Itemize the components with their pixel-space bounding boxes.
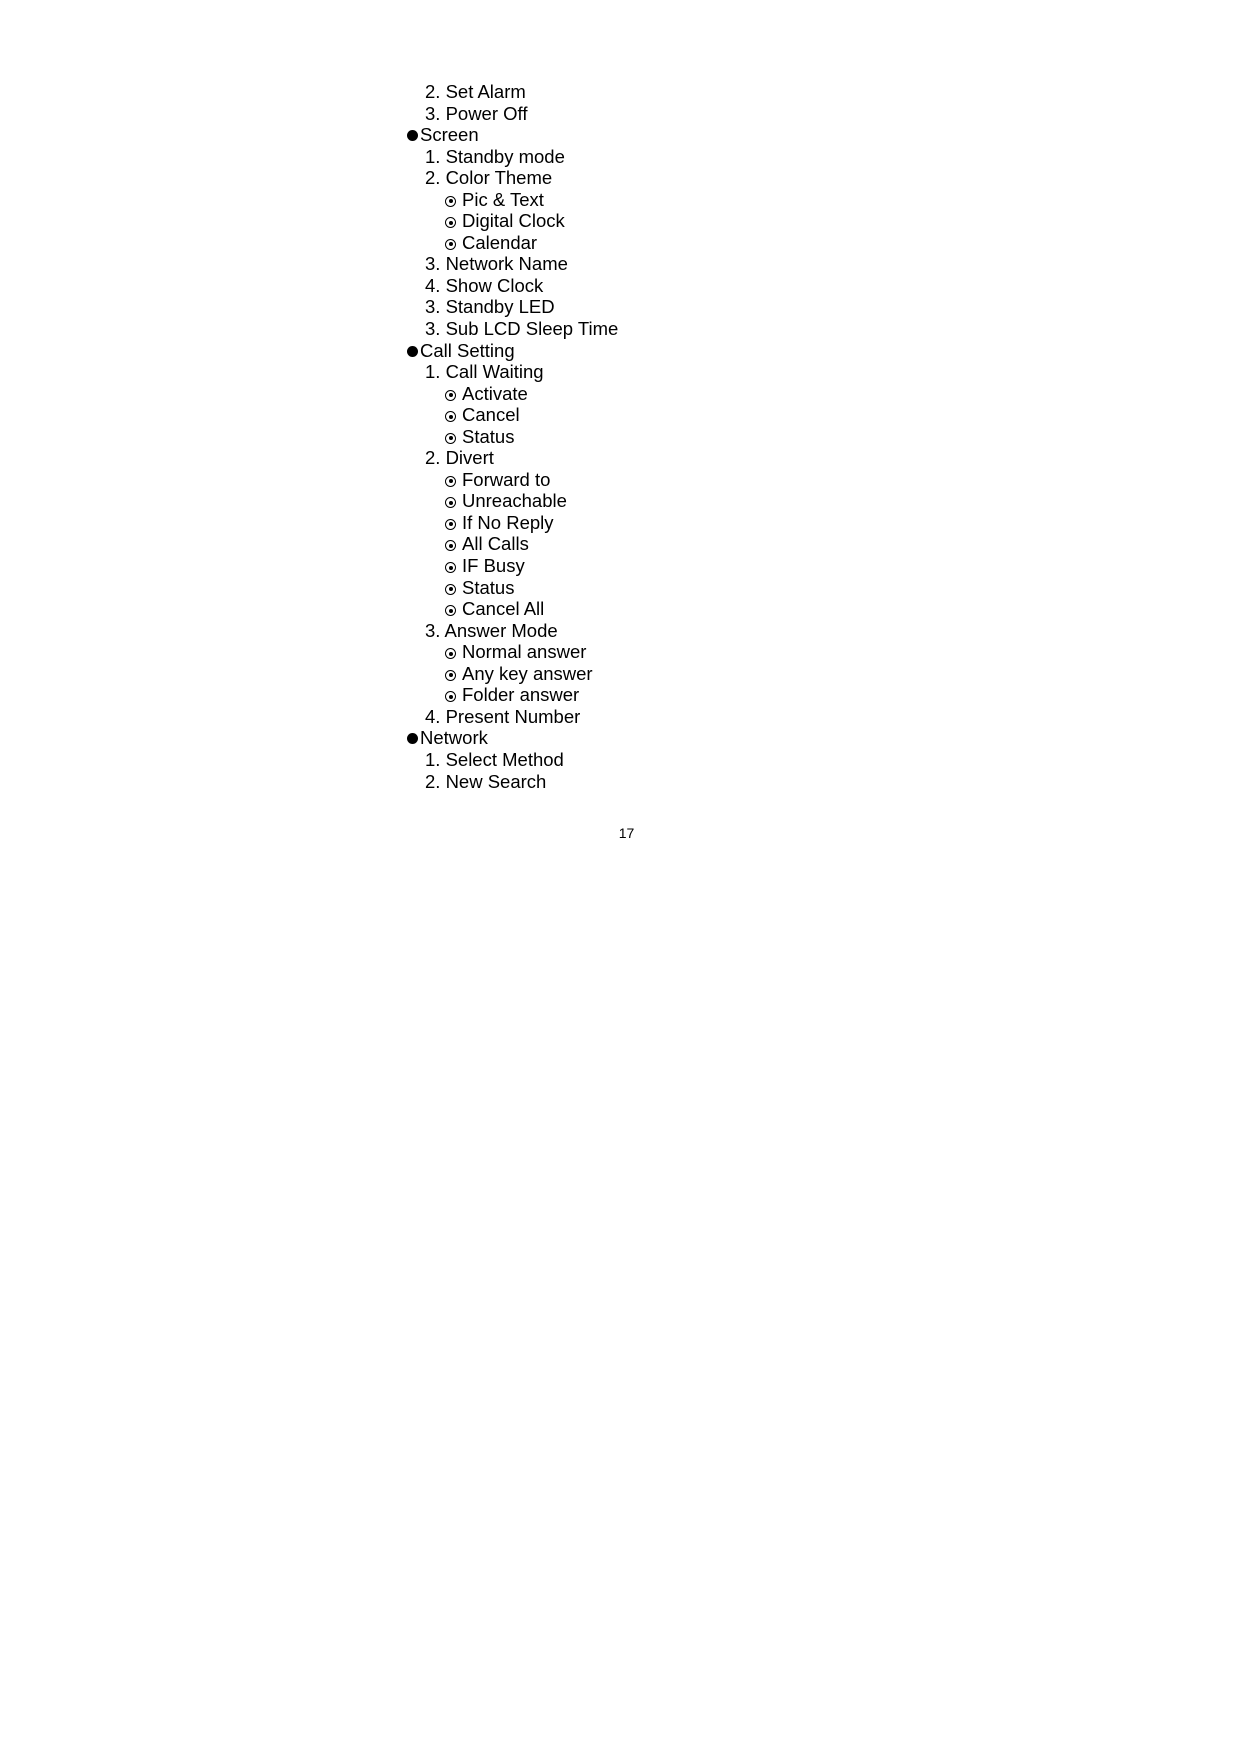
circled-dot-bullet-icon	[445, 691, 456, 703]
item-text: 3. Sub LCD Sleep Time	[425, 318, 619, 340]
item-text: 2. Divert	[425, 447, 494, 469]
item-text: Any key answer	[462, 662, 593, 684]
menu-item: 1. Standby mode	[407, 146, 618, 168]
item-text: 3. Network Name	[425, 253, 568, 275]
menu-item: 4. Present Number	[407, 706, 618, 728]
circled-dot-bullet-icon	[445, 518, 456, 530]
circled-dot-bullet-icon	[445, 217, 456, 229]
filled-circle-bullet-icon	[407, 130, 418, 142]
menu-section-item: Screen	[407, 124, 618, 146]
item-text: Calendar	[462, 231, 538, 253]
page-number: 17	[618, 825, 635, 841]
item-text: Cancel All	[462, 598, 545, 620]
item-text: 4. Show Clock	[425, 274, 544, 296]
item-text: 2. Color Theme	[425, 167, 553, 189]
menu-option-item: Pic & Text	[407, 189, 618, 211]
item-text: Digital Clock	[462, 210, 565, 232]
item-text: If No Reply	[462, 511, 554, 533]
menu-item: 2. Set Alarm	[407, 81, 618, 103]
document-page: 2. Set Alarm 3. Power Off Screen 1. Standby…	[0, 0, 1240, 1755]
menu-option-item: Folder answer	[407, 684, 618, 706]
menu-item: 3. Standby LED	[407, 296, 618, 318]
menu-option-item: Activate	[407, 383, 618, 405]
item-text: Status	[462, 576, 515, 598]
item-text: Cancel	[462, 404, 520, 426]
menu-option-item: All Calls	[407, 533, 618, 555]
menu-item: 3. Power Off	[407, 103, 618, 125]
circled-dot-bullet-icon	[445, 497, 456, 509]
circled-dot-bullet-icon	[445, 432, 456, 444]
menu-structure-list: 2. Set Alarm 3. Power Off Screen 1. Standby…	[407, 81, 618, 792]
menu-item: 1. Call Waiting	[407, 361, 618, 383]
item-text: Call Setting	[420, 339, 515, 361]
menu-option-item: Unreachable	[407, 490, 618, 512]
menu-item: 2. Color Theme	[407, 167, 618, 189]
item-text: IF Busy	[462, 555, 525, 577]
item-text: Normal answer	[462, 641, 587, 663]
circled-dot-bullet-icon	[445, 669, 456, 681]
circled-dot-bullet-icon	[445, 583, 456, 595]
item-text: 1. Select Method	[425, 748, 564, 770]
item-text: 3. Answer Mode	[425, 619, 558, 641]
item-text: 1. Call Waiting	[425, 361, 544, 383]
menu-option-item: Status	[407, 426, 618, 448]
circled-dot-bullet-icon	[445, 540, 456, 552]
item-text: 3. Power Off	[425, 102, 528, 124]
item-text: 4. Present Number	[425, 705, 581, 727]
circled-dot-bullet-icon	[445, 389, 456, 401]
menu-option-item: Forward to	[407, 469, 618, 491]
menu-option-item: Any key answer	[407, 663, 618, 685]
menu-item: 3. Sub LCD Sleep Time	[407, 318, 618, 340]
item-text: Unreachable	[462, 490, 567, 512]
menu-option-item: If No Reply	[407, 512, 618, 534]
menu-item: 3. Answer Mode	[407, 620, 618, 642]
item-text: Pic & Text	[462, 188, 544, 210]
filled-circle-bullet-icon	[407, 733, 418, 745]
circled-dot-bullet-icon	[445, 411, 456, 423]
item-text: 2. New Search	[425, 770, 547, 792]
item-text: Activate	[462, 382, 528, 404]
filled-circle-bullet-icon	[407, 345, 418, 357]
item-text: Screen	[420, 124, 479, 146]
menu-option-item: Cancel All	[407, 598, 618, 620]
circled-dot-bullet-icon	[445, 475, 456, 487]
menu-item: 4. Show Clock	[407, 275, 618, 297]
item-text: Folder answer	[462, 684, 580, 706]
menu-option-item: IF Busy	[407, 555, 618, 577]
menu-item: 2. New Search	[407, 771, 618, 793]
circled-dot-bullet-icon	[445, 195, 456, 207]
menu-section-item: Network	[407, 727, 618, 749]
circled-dot-bullet-icon	[445, 605, 456, 617]
item-text: Network	[420, 727, 488, 749]
menu-option-item: Normal answer	[407, 641, 618, 663]
item-text: 3. Standby LED	[425, 296, 555, 318]
circled-dot-bullet-icon	[445, 238, 456, 250]
menu-section-item: Call Setting	[407, 340, 618, 362]
menu-option-item: Status	[407, 577, 618, 599]
item-text: Forward to	[462, 468, 551, 490]
menu-option-item: Digital Clock	[407, 210, 618, 232]
item-text: 2. Set Alarm	[425, 81, 526, 102]
item-text: Status	[462, 425, 515, 447]
circled-dot-bullet-icon	[445, 562, 456, 574]
menu-item: 3. Network Name	[407, 253, 618, 275]
menu-item: 1. Select Method	[407, 749, 618, 771]
circled-dot-bullet-icon	[445, 648, 456, 660]
item-text: All Calls	[462, 533, 529, 555]
menu-option-item: Calendar	[407, 232, 618, 254]
menu-option-item: Cancel	[407, 404, 618, 426]
item-text: 1. Standby mode	[425, 145, 565, 167]
menu-item: 2. Divert	[407, 447, 618, 469]
